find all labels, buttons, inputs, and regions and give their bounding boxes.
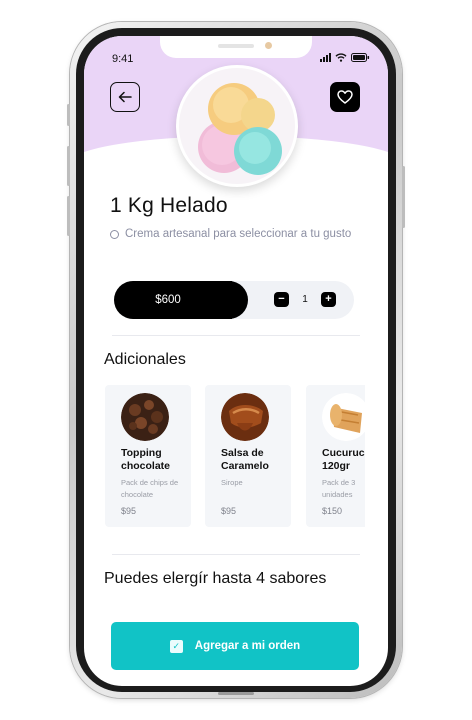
addon-card[interactable]: Topping chocolate Pack de chips de choco…	[105, 385, 191, 527]
volume-up-button	[67, 146, 70, 186]
home-indicator	[218, 692, 254, 695]
price-quantity-bar: $600 − 1 +	[114, 281, 354, 319]
addon-price: $95	[221, 506, 237, 516]
heart-icon	[337, 90, 353, 104]
battery-icon	[351, 53, 370, 62]
radio-icon	[110, 229, 119, 239]
ice-cream-bowl-illustration	[179, 68, 295, 184]
power-button	[402, 166, 405, 228]
quantity-value: 1	[302, 294, 308, 305]
signal-icon	[320, 53, 331, 62]
status-icons	[320, 53, 370, 62]
price-value: $600	[155, 294, 181, 306]
divider	[112, 554, 360, 555]
cone-image	[322, 393, 365, 441]
addon-name: Cucurucho 120gr	[322, 447, 365, 472]
status-time: 9:41	[112, 53, 134, 65]
caramel-sauce-image	[221, 393, 269, 441]
chocolate-chips-image	[121, 393, 169, 441]
addon-card[interactable]: Cucurucho 120gr Pack de 3 unidades $150	[306, 385, 365, 527]
add-to-order-label: Agregar a mi orden	[194, 640, 301, 652]
quantity-stepper: − 1 +	[274, 292, 336, 307]
volume-down-button	[67, 196, 70, 236]
addon-description: Sirope	[221, 478, 243, 487]
addon-price: $95	[121, 506, 137, 516]
product-title: 1 Kg Helado	[110, 194, 228, 217]
adicionales-list: Topping chocolate Pack de chips de choco…	[105, 385, 365, 527]
addon-name: Salsa de Caramelo	[221, 447, 269, 472]
product-subtitle: Crema artesanal para seleccionar a tu gu…	[110, 228, 351, 240]
sabores-heading: Puedes elergír hasta 4 sabores	[104, 570, 327, 587]
mute-switch	[67, 104, 70, 126]
back-button[interactable]	[110, 82, 140, 112]
addon-name: Topping chocolate	[121, 447, 171, 472]
add-to-order-button[interactable]: ✓ Agregar a mi orden	[111, 622, 359, 670]
addon-description: Pack de chips de chocolate	[121, 478, 179, 499]
product-description: Crema artesanal para seleccionar a tu gu…	[125, 228, 352, 240]
checkbox-icon: ✓	[169, 639, 183, 653]
divider	[112, 335, 360, 336]
wifi-icon	[335, 53, 347, 62]
addon-price: $150	[322, 506, 343, 516]
speaker	[218, 44, 254, 48]
price-pill: $600	[114, 281, 248, 319]
addon-card[interactable]: Salsa de Caramelo Sirope $95	[205, 385, 291, 527]
favorite-button[interactable]	[330, 82, 360, 112]
front-camera	[265, 42, 272, 49]
product-image	[176, 65, 298, 187]
adicionales-heading: Adicionales	[104, 351, 186, 368]
app-screen: 9:41 1 Kg Helado Crema artesanal para se…	[84, 36, 388, 686]
arrow-left-icon	[118, 91, 132, 103]
decrease-quantity-button[interactable]: −	[274, 292, 289, 307]
increase-quantity-button[interactable]: +	[321, 292, 336, 307]
addon-description: Pack de 3 unidades	[322, 478, 356, 499]
